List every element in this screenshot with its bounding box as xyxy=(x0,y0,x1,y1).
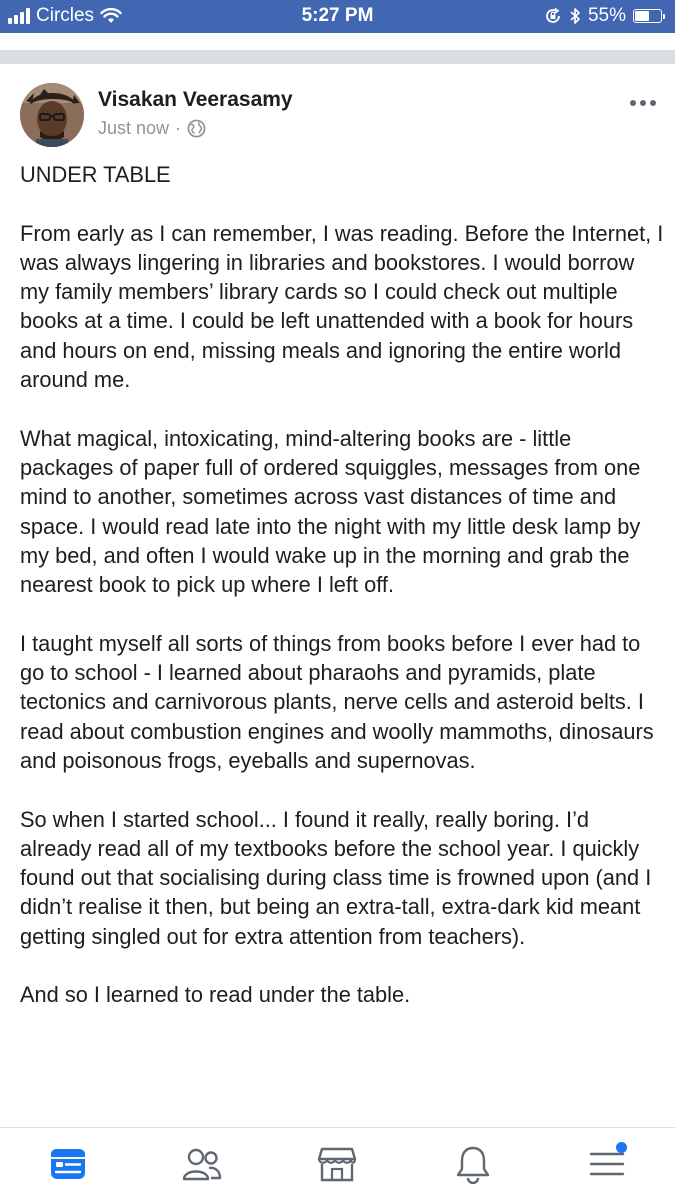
dot-icon xyxy=(630,100,636,106)
meta-separator: · xyxy=(175,118,182,138)
battery-icon xyxy=(633,9,665,23)
author-avatar[interactable] xyxy=(20,83,84,147)
notifications-icon xyxy=(456,1146,490,1184)
tab-menu[interactable] xyxy=(585,1142,629,1186)
author-name[interactable]: Visakan Veerasamy xyxy=(98,88,293,112)
news-feed-icon xyxy=(51,1149,85,1179)
post-meta: Just now · xyxy=(98,118,206,139)
post-title: UNDER TABLE xyxy=(20,162,171,187)
tab-friends[interactable] xyxy=(180,1142,224,1186)
globe-icon[interactable] xyxy=(187,119,206,138)
post-body: UNDER TABLE From early as I can remember… xyxy=(20,160,665,1039)
tab-news-feed[interactable] xyxy=(46,1142,90,1186)
orientation-lock-icon xyxy=(546,7,560,23)
avatar-image xyxy=(20,83,84,147)
post-paragraph: From early as I can remember, I was read… xyxy=(20,220,664,393)
dot-icon xyxy=(640,100,646,106)
friends-icon xyxy=(182,1148,222,1181)
post-paragraph: What magical, intoxicating, mind-alterin… xyxy=(20,425,641,598)
post-paragraph: So when I started school... I found it r… xyxy=(20,806,652,949)
status-bar: Circles 5:27 PM 55% xyxy=(0,0,675,33)
post-timestamp[interactable]: Just now xyxy=(98,118,169,139)
tab-notifications[interactable] xyxy=(451,1142,495,1186)
post-paragraph: I taught myself all sorts of things from… xyxy=(20,630,654,773)
status-right-group: 55% xyxy=(544,5,665,27)
bottom-tab-bar xyxy=(0,1127,675,1200)
bluetooth-icon xyxy=(570,8,580,24)
dot-icon xyxy=(650,100,656,106)
battery-percent: 55% xyxy=(587,5,626,26)
more-options-button[interactable] xyxy=(630,100,656,106)
post-paragraph: And so I learned to read under the table… xyxy=(20,982,411,1008)
tab-marketplace[interactable] xyxy=(315,1142,359,1186)
feed-divider xyxy=(0,50,675,64)
marketplace-icon xyxy=(317,1147,357,1182)
menu-badge xyxy=(616,1142,627,1153)
